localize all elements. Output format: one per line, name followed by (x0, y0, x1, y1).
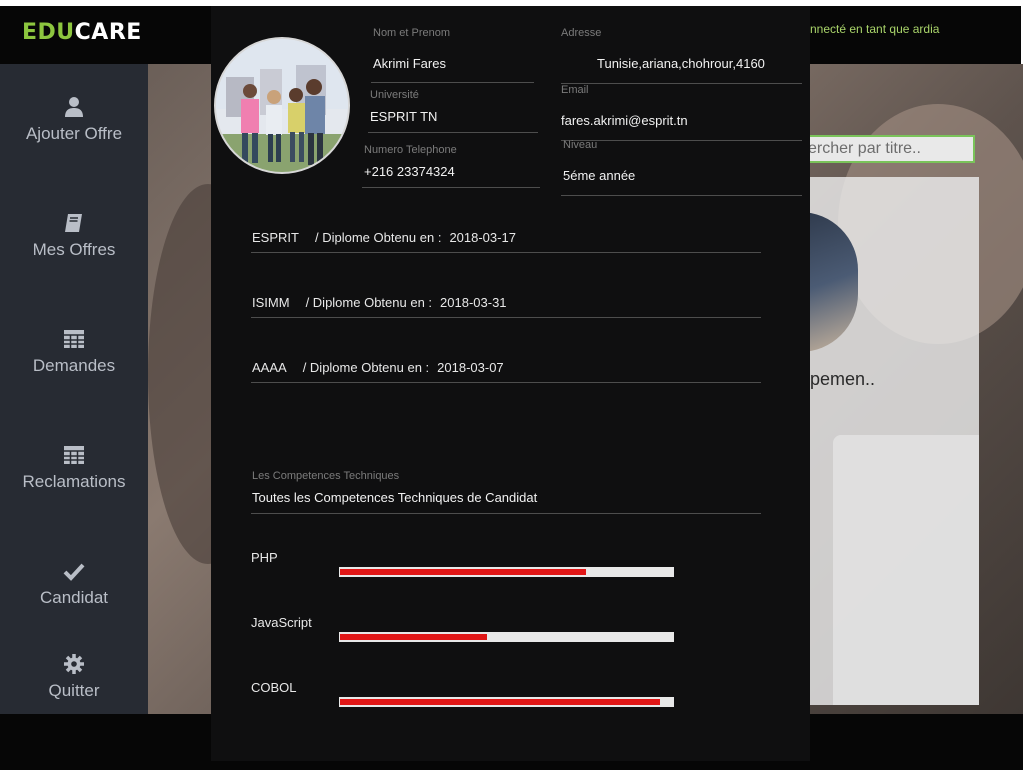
competences-summary[interactable]: Toutes les Competences Techniques de Can… (252, 490, 537, 505)
level-underline (561, 195, 802, 196)
sidebar: Ajouter Offre Mes Offres Demandes Reclam… (0, 64, 148, 714)
skill-name: PHP (251, 550, 278, 565)
sidebar-item-label: Ajouter Offre (25, 124, 123, 143)
diploma-school: ESPRIT (252, 230, 299, 245)
sidebar-item-label: Candidat (39, 588, 109, 607)
diploma-row: ISIMM / Diplome Obtenu en : 2018-03-31 (252, 295, 507, 310)
educare-logo[interactable]: EDUCARE (22, 20, 142, 45)
address-underline (561, 83, 802, 84)
name-label: Nom et Prenom (373, 27, 451, 39)
address-value[interactable]: Tunisie,ariana,chohrour,4160 (597, 56, 765, 71)
book-icon (65, 214, 82, 232)
search-input[interactable]: ercher par titre.. (800, 135, 975, 163)
sidebar-item-label: Reclamations (22, 472, 126, 491)
skill-progress-fill (340, 699, 660, 705)
diploma-separator: / Diplome Obtenu en : (314, 230, 442, 245)
skill-progress-bar (339, 697, 674, 707)
user-icon (65, 97, 83, 117)
offer-card-inner (833, 435, 979, 705)
table-icon (64, 446, 84, 464)
competences-label: Les Competences Techniques (252, 470, 400, 482)
diploma-date: 2018-03-17 (449, 230, 516, 245)
skill-progress-fill (340, 569, 586, 575)
sidebar-item-mes-offres[interactable]: Mes Offres (0, 212, 148, 260)
competences-underline (251, 513, 761, 514)
name-value[interactable]: Akrimi Fares (373, 56, 446, 71)
profile-photo-image (216, 39, 348, 172)
university-underline (368, 132, 538, 133)
sidebar-item-label: Mes Offres (32, 240, 116, 259)
sidebar-item-label: Quitter (48, 681, 100, 700)
table-icon (64, 330, 84, 348)
address-label: Adresse (561, 27, 602, 39)
profile-photo (214, 37, 350, 174)
diploma-date: 2018-03-31 (440, 295, 507, 310)
skill-progress-bar (339, 632, 674, 642)
sidebar-item-quitter[interactable]: Quitter (0, 653, 148, 701)
skill-progress-bar (339, 567, 674, 577)
diploma-school: ISIMM (252, 295, 290, 310)
diploma-separator: / Diplome Obtenu en : (305, 295, 433, 310)
sidebar-item-reclamations[interactable]: Reclamations (0, 444, 148, 492)
diploma-date: 2018-03-07 (437, 360, 504, 375)
sidebar-item-candidat[interactable]: Candidat (0, 560, 148, 608)
email-value[interactable]: fares.akrimi@esprit.tn (561, 113, 688, 128)
level-value[interactable]: 5éme année (563, 168, 635, 183)
diploma-divider (251, 382, 761, 383)
skill-name: JavaScript (251, 615, 312, 630)
diploma-divider (251, 317, 761, 318)
skill-progress-fill (340, 634, 487, 640)
diploma-row: ESPRIT / Diplome Obtenu en : 2018-03-17 (252, 230, 516, 245)
logo-edu: EDU (22, 20, 75, 45)
skill-name: COBOL (251, 680, 297, 695)
offer-card-text: pemen.. (810, 369, 876, 389)
sidebar-item-label: Demandes (32, 356, 116, 375)
email-label: Email (561, 84, 589, 96)
connected-as-text: nnecté en tant que ardia (810, 22, 940, 36)
diploma-divider (251, 252, 761, 253)
sidebar-item-demandes[interactable]: Demandes (0, 328, 148, 376)
university-value[interactable]: ESPRIT TN (370, 109, 437, 124)
diploma-separator: / Diplome Obtenu en : (302, 360, 430, 375)
name-underline (371, 82, 534, 83)
diploma-row: AAAA / Diplome Obtenu en : 2018-03-07 (252, 360, 504, 375)
phone-value[interactable]: +216 23374324 (364, 164, 455, 179)
app-window: EDUCARE nnecté en tant que ardia Ajouter… (0, 0, 1023, 775)
check-icon (63, 563, 85, 581)
diploma-school: AAAA (252, 360, 287, 375)
sidebar-item-ajouter-offre[interactable]: Ajouter Offre (0, 96, 148, 144)
level-label: Niveau (563, 139, 598, 151)
logo-care: CARE (74, 20, 142, 45)
gear-icon (64, 654, 84, 674)
candidate-profile-modal: Nom et Prenom Akrimi Fares Adresse Tunis… (211, 6, 810, 761)
phone-underline (362, 187, 540, 188)
university-label: Université (370, 89, 419, 101)
phone-label: Numero Telephone (364, 144, 457, 156)
